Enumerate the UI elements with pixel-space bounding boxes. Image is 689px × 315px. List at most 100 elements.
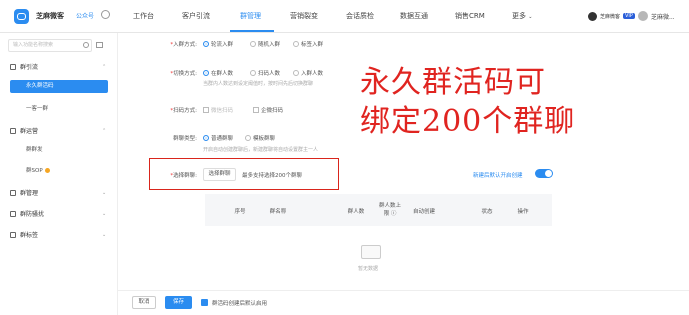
search-icon[interactable] [83,42,89,48]
col-status: 状态 [481,209,493,215]
cancel-button[interactable]: 取消 [132,296,156,309]
col-group-name: 群名称 [269,209,287,215]
overlay-title-line2: 绑定200个群聊 [360,104,576,139]
radio-label: 模板群聊 [253,136,276,142]
radio-label: 在群人数 [211,71,234,77]
top-bar: 芝麻微客 公众号 工作台 客户引流 群管理 营销裂变 会话质检 数据互通 销售C… [0,0,689,33]
checkbox-box [253,107,259,113]
radio-dot [203,135,209,141]
code-mode-wechat-checkbox[interactable]: 微信扫码 [203,106,233,114]
avatar[interactable] [637,11,648,21]
join-mode-rotate-radio[interactable]: 轮流入群 [203,40,233,48]
join-mode-tag-radio[interactable]: 标签入群 [293,40,323,48]
nav-group-management[interactable]: 群管理 [240,11,261,21]
radio-dot [250,70,256,76]
col-actions: 操作 [517,209,529,215]
label-text: 选择群聊: [173,173,197,179]
nav-active-indicator [230,30,274,32]
select-group-hint: 最多支持选择200个群聊 [242,173,302,179]
sidebar-item-group-broadcast[interactable]: 群群发 [26,145,43,153]
nav-data-sync[interactable]: 数据互通 [400,11,428,21]
radio-label: 普通群聊 [211,136,234,142]
sidebar-group-tags[interactable]: 群标签 ⌄ [10,230,110,239]
sidebar-group-label: 群标签 [20,232,39,239]
radio-label: 入群人数 [301,71,324,77]
switch-mode-members-radio[interactable]: 在群人数 [203,69,233,77]
radio-label: 标签入群 [301,42,324,48]
enable-default-checkbox[interactable] [201,299,208,306]
group-type-normal-radio[interactable]: 普通群聊 [203,134,233,142]
code-mode-label: *扫码方式: [170,108,197,114]
sidebar-group-label: 群管理 [20,190,39,197]
group-type-hint: 开启自动创建群聊后，新建群聊将自动设置群主一人 [203,147,319,153]
chevron-down-icon: ⌄ [102,189,107,196]
sidebar-group-label: 群运营 [20,128,39,135]
tag-icon [10,231,16,238]
radio-dot [250,41,256,47]
shield-icon [10,210,16,217]
sidebar-item-group-sop[interactable]: 群SOP [26,166,50,174]
select-group-label: *选择群聊: [170,173,197,179]
sidebar-group-anti-harassment[interactable]: 群防骚扰 ⌄ [10,209,110,218]
radio-dot [245,135,251,141]
group-type-template-radio[interactable]: 模板群聊 [245,134,275,142]
sidebar-group-operation[interactable]: 群运营 ⌃ [10,126,110,135]
nav-more-label: 更多 [512,12,526,20]
chevron-down-icon: ⌄ [102,231,107,238]
radio-dot [293,70,299,76]
join-mode-random-radio[interactable]: 随机入群 [250,40,280,48]
radio-dot [203,70,209,76]
auto-create-toggle[interactable] [535,169,553,178]
logo-icon[interactable] [14,9,29,24]
radio-label: 轮流入群 [211,42,234,48]
folder-icon [10,189,16,196]
sidebar-group-acquisition[interactable]: 群引流 ⌃ [10,62,110,71]
checkbox-box [203,107,209,113]
code-mode-wecom-checkbox[interactable]: 企微扫码 [253,106,283,114]
brand-name: 芝麻微客 [36,12,64,20]
nav-workbench[interactable]: 工作台 [133,11,154,21]
help-icon: ⓘ [390,211,397,217]
chevron-up-icon: ⌃ [102,63,107,70]
user-area[interactable]: 芝麻微客 VIP 芝麻微... [588,9,675,23]
sidebar-group-management[interactable]: 群管理 ⌄ [10,188,110,197]
chevron-down-icon: ⌄ [102,210,107,217]
switch-mode-scans-radio[interactable]: 扫码人数 [250,69,280,77]
checkbox-label: 微信扫码 [211,108,234,114]
sidebar-search-input[interactable]: 输入功能名称搜索 [8,39,92,52]
hot-icon [44,168,50,173]
enable-default-label: 群活码创建后默认启用 [212,301,268,307]
sidebar-item-one-customer-one-group[interactable]: 一客一群 [26,104,48,112]
empty-state-icon [361,245,381,259]
radio-label: 扫码人数 [258,71,281,77]
checkbox-label: 企微扫码 [261,108,284,114]
group-type-label: 群聊类型: [173,136,197,142]
radio-dot [203,41,209,47]
sidebar: 输入功能名称搜索 群引流 ⌃ 永久群活码 一客一群 群运营 ⌃ 群群发 群SOP… [0,33,118,315]
radio-dot [293,41,299,47]
label-text: 切换方式: [173,71,197,77]
nav-customer-acquisition[interactable]: 客户引流 [182,11,210,21]
select-group-button[interactable]: 选择群聊 [203,168,236,181]
sidebar-item-label: 群SOP [26,168,43,174]
theme-toggle-icon[interactable] [101,10,110,19]
chat-icon [10,127,16,134]
nav-marketing[interactable]: 营销裂变 [290,11,318,21]
switch-mode-label: *切换方式: [170,71,197,77]
save-button[interactable]: 保存 [165,296,192,309]
user-name[interactable]: 芝麻微... [651,12,675,21]
nav-more[interactable]: 更多 ⌄ [512,11,532,21]
nav-session-audit[interactable]: 会话质检 [346,11,374,21]
sidebar-item-permanent-code[interactable]: 永久群活码 [10,80,108,93]
switch-mode-hint: 当群内人数达到设定阈值时，按时间先后切换群聊 [203,81,314,87]
chevron-up-icon: ⌃ [102,127,107,134]
group-icon [10,63,16,70]
col-index: 序号 [234,209,246,215]
radio-label: 随机入群 [258,42,281,48]
brand-tag[interactable]: 公众号 [76,11,94,20]
switch-mode-joins-radio[interactable]: 入群人数 [293,69,323,77]
empty-state-text: 暂无数据 [358,266,379,272]
nav-sales-crm[interactable]: 销售CRM [455,11,485,21]
layout-icon[interactable] [96,42,103,48]
label-text: 入群方式: [173,42,197,48]
